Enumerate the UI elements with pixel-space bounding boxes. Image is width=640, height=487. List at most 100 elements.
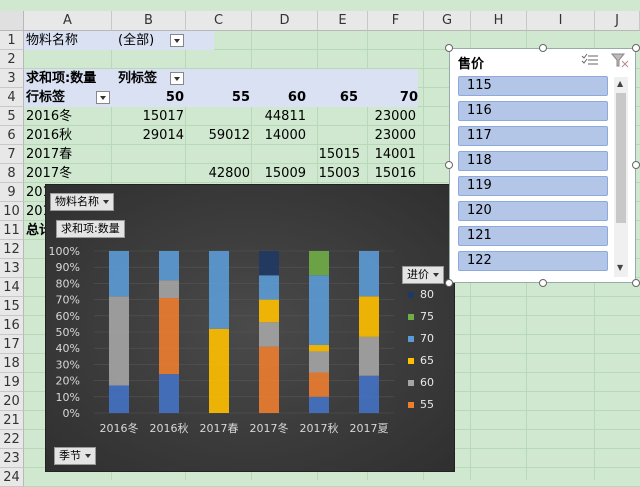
pivot-col-label: 列标签 — [118, 71, 158, 86]
legend-swatch — [408, 402, 414, 408]
chart-bar-segment — [259, 346, 279, 413]
slicer-item[interactable]: 117 — [458, 126, 608, 146]
pivot-cell: 15016 — [374, 166, 416, 181]
row-header[interactable]: 11 — [0, 221, 24, 240]
pivot-col-value: 70 — [399, 90, 418, 105]
select-all-corner[interactable] — [0, 11, 24, 31]
column-header[interactable]: H — [471, 11, 527, 31]
y-tick-label: 90% — [56, 261, 80, 274]
row-header[interactable]: 20 — [0, 392, 24, 411]
slicer-item[interactable]: 116 — [458, 101, 608, 121]
y-tick-label: 30% — [56, 358, 80, 371]
slicer-item[interactable]: 120 — [458, 201, 608, 221]
slicer-panel[interactable]: 售价 115 116 117 118 119 120 121 122 ▲ ▼ — [449, 48, 636, 283]
row-header[interactable]: 13 — [0, 259, 24, 278]
chart-bar-segment — [359, 251, 379, 297]
pivot-cell: 15015 — [318, 147, 360, 162]
row-header[interactable]: 14 — [0, 278, 24, 297]
pivot-cell: 44811 — [264, 109, 306, 124]
slicer-item[interactable]: 118 — [458, 151, 608, 171]
column-header[interactable]: D — [252, 11, 318, 31]
resize-handle[interactable] — [445, 161, 453, 169]
pivot-sum-label: 求和项:数量 — [26, 71, 97, 86]
legend-swatch — [408, 380, 414, 386]
x-tick-label: 2017夏 — [350, 422, 389, 435]
x-tick-label: 2017秋 — [300, 421, 339, 435]
row-header[interactable]: 22 — [0, 430, 24, 449]
legend-label: 65 — [420, 354, 434, 367]
column-header[interactable]: G — [424, 11, 471, 31]
slicer-item[interactable]: 121 — [458, 226, 608, 246]
legend-swatch — [408, 336, 414, 342]
slicer-item[interactable]: 115 — [458, 76, 608, 96]
pivot-row-label: 2016冬 — [26, 109, 73, 124]
multi-select-icon[interactable] — [581, 53, 599, 67]
row-header[interactable]: 17 — [0, 335, 24, 354]
scroll-up-icon[interactable]: ▲ — [617, 79, 623, 88]
column-header[interactable]: F — [368, 11, 424, 31]
column-header[interactable]: E — [318, 11, 368, 31]
column-header[interactable]: J — [595, 11, 640, 31]
resize-handle[interactable] — [539, 279, 547, 287]
chart-bar-segment — [159, 297, 179, 375]
resize-handle[interactable] — [632, 44, 640, 52]
y-tick-label: 20% — [56, 375, 80, 388]
row-header[interactable]: 9 — [0, 183, 24, 202]
chart-bar-segment — [359, 296, 379, 337]
row-header[interactable]: 3 — [0, 69, 24, 88]
row-header[interactable]: 1 — [0, 31, 24, 50]
scrollbar-thumb[interactable] — [616, 93, 626, 223]
legend-label: 75 — [420, 310, 434, 323]
pivot-row-label: 2017春 — [26, 147, 73, 162]
row-label-dropdown[interactable] — [96, 91, 110, 104]
row-header[interactable]: 6 — [0, 126, 24, 145]
column-header[interactable]: B — [112, 11, 186, 31]
clear-filter-icon[interactable] — [611, 52, 629, 68]
row-header[interactable]: 2 — [0, 50, 24, 69]
chart-bar-segment — [309, 372, 329, 397]
legend-swatch — [408, 314, 414, 320]
row-header[interactable]: 24 — [0, 468, 24, 487]
resize-handle[interactable] — [445, 44, 453, 52]
slicer-item[interactable]: 119 — [458, 176, 608, 196]
pivot-cell: 14000 — [264, 128, 306, 143]
row-header[interactable]: 10 — [0, 202, 24, 221]
y-tick-label: 60% — [56, 310, 80, 323]
legend-swatch — [408, 358, 414, 364]
row-header[interactable]: 12 — [0, 240, 24, 259]
row-header[interactable]: 21 — [0, 411, 24, 430]
chart-bar-segment — [309, 344, 329, 352]
pivot-col-value: 50 — [165, 90, 184, 105]
column-header[interactable]: I — [527, 11, 595, 31]
resize-handle[interactable] — [445, 279, 453, 287]
pivot-chart[interactable]: 物料名称 求和项:数量 进价 季节 0% 10% 20% 30% 40% 50% 60% 70… — [45, 184, 455, 472]
legend-item: 70 — [408, 332, 434, 346]
row-header[interactable]: 18 — [0, 354, 24, 373]
row-header[interactable]: 5 — [0, 107, 24, 126]
resize-handle[interactable] — [632, 161, 640, 169]
resize-handle[interactable] — [539, 44, 547, 52]
y-tick-label: 50% — [56, 326, 80, 339]
y-tick-label: 10% — [56, 391, 80, 404]
column-header[interactable]: C — [186, 11, 252, 31]
chart-bar-segment — [359, 375, 379, 413]
slicer-scrollbar[interactable]: ▲ ▼ — [614, 77, 628, 277]
col-label-dropdown[interactable] — [170, 72, 184, 85]
chart-bar-segment — [309, 251, 329, 276]
chart-legend: 80 75 70 65 60 55 — [408, 288, 454, 418]
column-header[interactable]: A — [24, 11, 112, 31]
row-header[interactable]: 15 — [0, 297, 24, 316]
pivot-cell: 15017 — [142, 109, 184, 124]
row-header[interactable]: 8 — [0, 164, 24, 183]
resize-handle[interactable] — [632, 279, 640, 287]
scroll-down-icon[interactable]: ▼ — [617, 263, 623, 272]
slicer-item[interactable]: 122 — [458, 251, 608, 271]
row-header[interactable]: 7 — [0, 145, 24, 164]
y-tick-label: 70% — [56, 294, 80, 307]
row-header[interactable]: 19 — [0, 373, 24, 392]
row-header[interactable]: 4 — [0, 88, 24, 107]
row-header[interactable]: 16 — [0, 316, 24, 335]
legend-item: 80 — [408, 288, 434, 302]
filter-dropdown[interactable] — [170, 34, 184, 47]
row-header[interactable]: 23 — [0, 449, 24, 468]
